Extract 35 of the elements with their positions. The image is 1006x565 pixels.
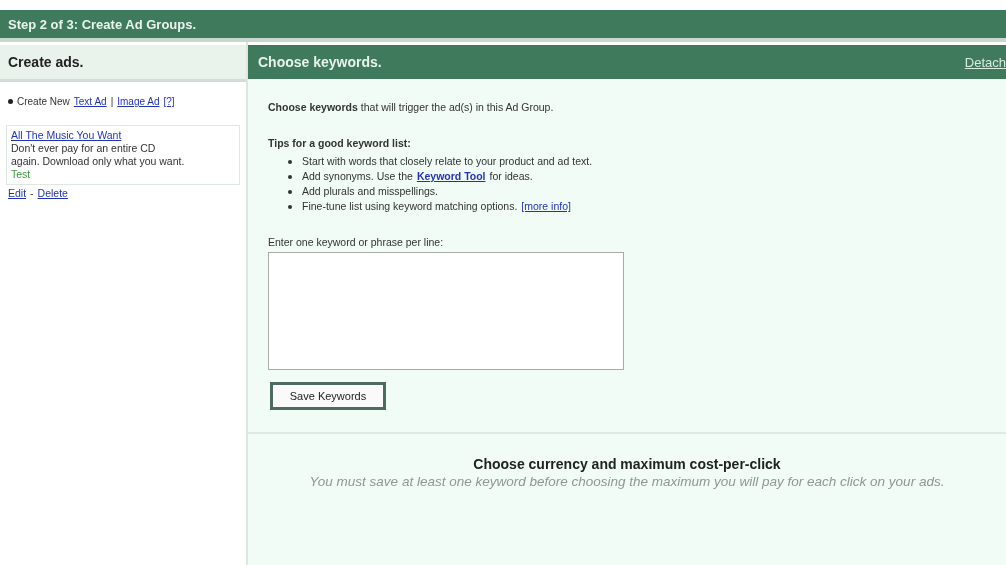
panel-title: Choose keywords.	[258, 54, 382, 70]
tips-title: Tips for a good keyword list:	[268, 137, 412, 149]
create-new-label: Create New	[17, 96, 70, 107]
ad-description: again. Download only what you want.	[11, 155, 186, 168]
edit-link[interactable]: Edit	[8, 187, 27, 199]
keywords-field[interactable]	[268, 252, 624, 370]
tip-link[interactable]: [more info]	[521, 199, 571, 214]
left-title: Create ads.	[8, 54, 84, 70]
tip-text: Add plurals and misspellings.	[302, 184, 438, 199]
bullet-icon	[288, 174, 292, 179]
tip-text: for ideas.	[489, 169, 533, 184]
ad-url: Test	[11, 168, 32, 181]
section-title: Choose currency and maximum cost-per-click	[472, 456, 782, 472]
bullet-icon	[288, 204, 292, 209]
bullet-icon	[288, 159, 292, 164]
help-link[interactable]: [?]	[163, 96, 175, 107]
tip-text: Add synonyms. Use the	[302, 169, 413, 184]
bullet-icon	[8, 99, 13, 104]
save-keywords-button[interactable]: Save Keywords	[270, 382, 386, 410]
image-ad-link[interactable]: Image Ad	[117, 96, 160, 107]
step-title: Step 2 of 3: Create Ad Groups.	[8, 16, 197, 32]
section-note: You must save at least one keyword before choosing the maximum you will pay for each click on your ads.	[308, 473, 946, 491]
tip-text: Fine-tune list using keyword matching options.	[302, 199, 518, 214]
delete-link[interactable]: Delete	[37, 187, 68, 199]
separator: |	[110, 96, 114, 107]
ad-description: Don't ever pay for an entire CD	[11, 142, 157, 155]
separator: -	[30, 187, 34, 199]
intro-text: Choose keywords that will trigger the ad(s) in this Ad Group.	[268, 101, 555, 113]
tip-text: Start with words that closely relate to your product and ad text.	[302, 154, 593, 169]
field-label: Enter one keyword or phrase per line:	[268, 236, 445, 248]
ad-headline[interactable]: All The Music You Want	[11, 129, 235, 142]
bullet-icon	[288, 189, 292, 194]
text-ad-link[interactable]: Text Ad	[73, 96, 107, 107]
detach-link[interactable]: Detach	[964, 54, 1006, 70]
tip-link[interactable]: Keyword Tool	[416, 169, 486, 184]
